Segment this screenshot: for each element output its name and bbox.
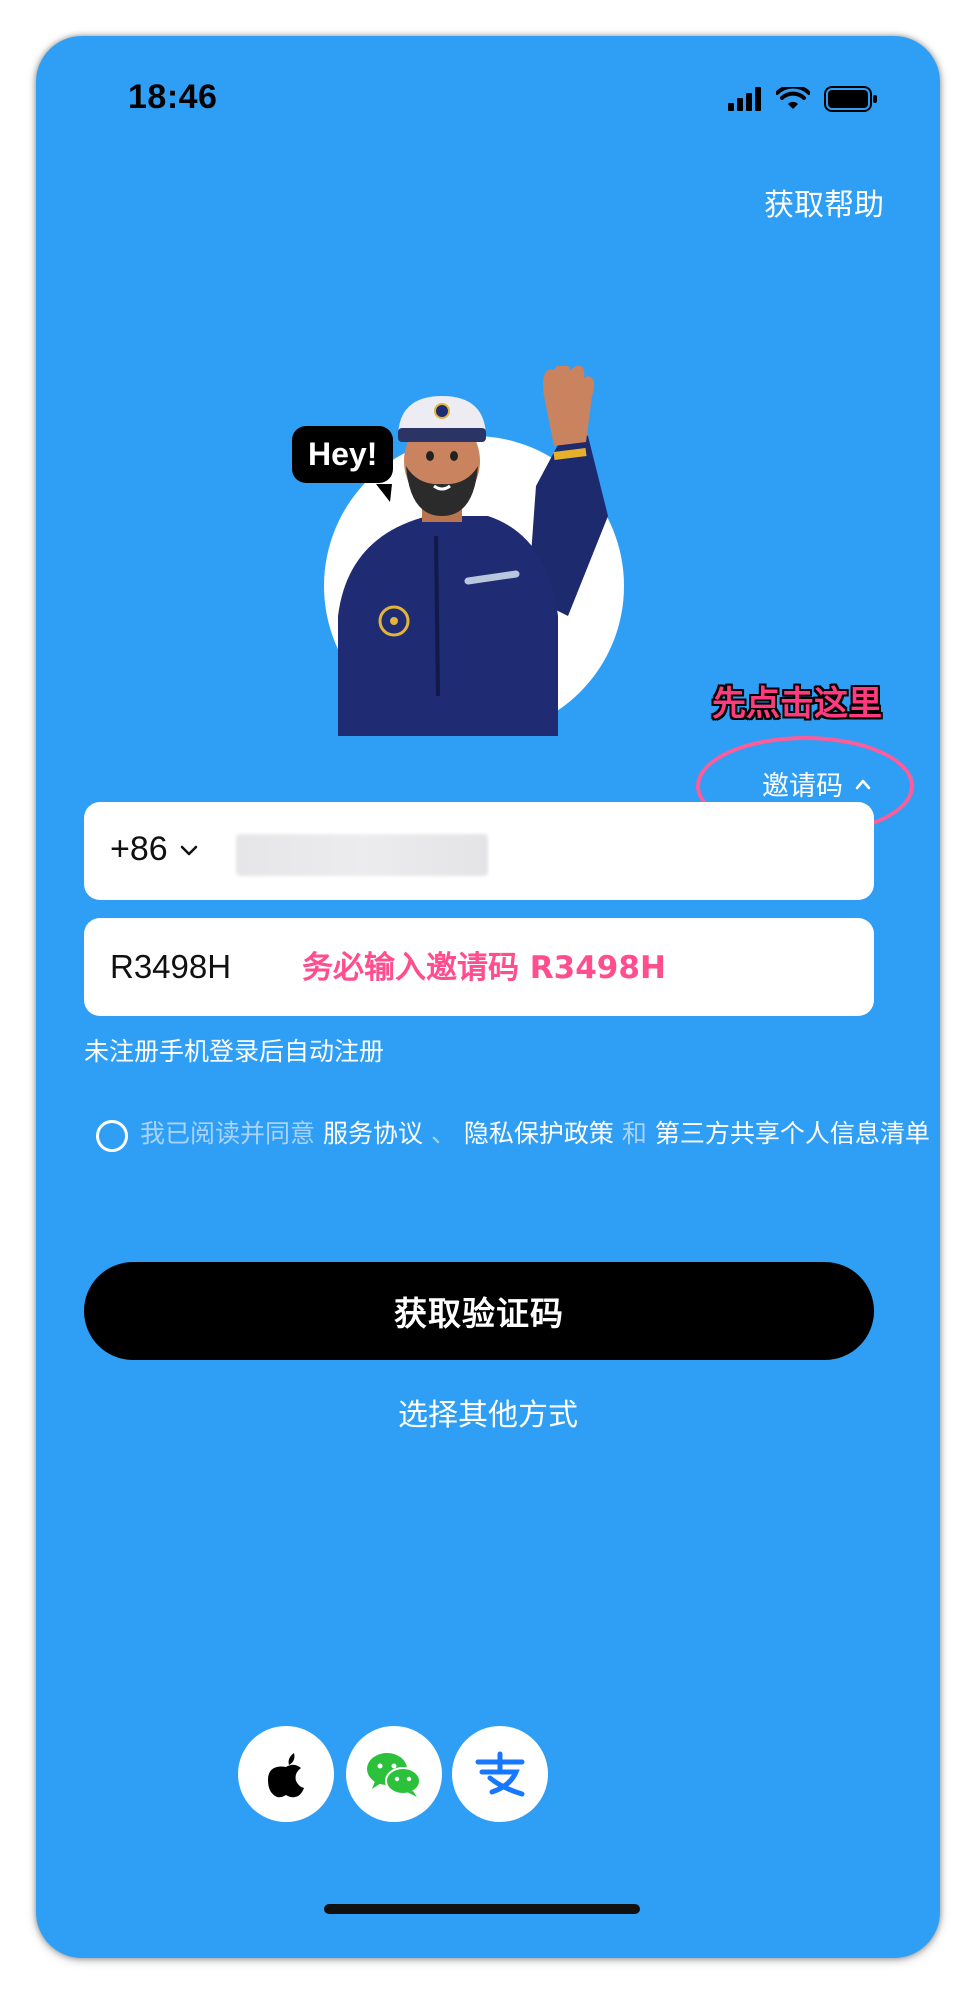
status-time: 18:46 (128, 78, 218, 116)
invite-code-label: 邀请码 (762, 771, 843, 802)
service-agreement-link[interactable]: 服务协议 (323, 1119, 423, 1148)
country-code-selector[interactable]: +86 (110, 830, 198, 869)
agree-prefix: 我已阅读并同意 (140, 1119, 316, 1148)
other-methods-link[interactable]: 选择其他方式 (36, 1390, 940, 1434)
captain-illustration (318, 366, 698, 756)
invite-code-toggle[interactable]: 邀请码 (762, 764, 871, 803)
apple-icon (268, 1753, 304, 1798)
wechat-icon (367, 1753, 421, 1797)
annotation-must-enter: 务必输入邀请码 R3498H (302, 950, 666, 986)
get-code-button[interactable]: 获取验证码 (84, 1262, 874, 1360)
status-icons (728, 86, 878, 112)
chevron-down-icon (180, 845, 197, 855)
auto-register-notice: 未注册手机登录后自动注册 (84, 1037, 385, 1066)
signal-icon (728, 87, 761, 111)
phone-number-input[interactable] (236, 834, 488, 876)
annotation-click-here: 先点击这里 (712, 684, 882, 724)
agree-radio[interactable] (96, 1120, 128, 1152)
agree-and: 和 (621, 1119, 647, 1148)
battery-icon (824, 86, 877, 112)
agreement-text: 我已阅读并同意 服务协议 、 隐私保护政策 和 第三方共享个人信息清单 (140, 1114, 936, 1154)
alipay-login-button[interactable] (452, 1726, 548, 1822)
agreement-row: 我已阅读并同意 服务协议 、 隐私保护政策 和 第三方共享个人信息清单 (96, 1114, 936, 1154)
help-link[interactable]: 获取帮助 (764, 180, 884, 224)
alipay-icon (475, 1751, 525, 1797)
phone-screen: 18:46 获取帮助 Hey! 先点击这里 邀请码 +86 R3498H 务必输… (36, 36, 940, 1958)
hey-bubble: Hey! (292, 426, 394, 483)
privacy-policy-link[interactable]: 隐私保护政策 (464, 1119, 614, 1148)
invite-code-field[interactable]: R3498H 务必输入邀请码 R3498H (84, 918, 874, 1016)
hey-bubble-tail (376, 484, 392, 502)
third-party-list-link[interactable]: 第三方共享个人信息清单 (655, 1119, 930, 1148)
home-indicator (324, 1904, 640, 1914)
apple-login-button[interactable] (238, 1726, 334, 1822)
chevron-up-icon (855, 779, 871, 789)
country-code: +86 (110, 830, 168, 868)
agree-separator: 、 (430, 1119, 456, 1148)
wechat-login-button[interactable] (346, 1726, 442, 1822)
phone-field[interactable]: +86 (84, 802, 874, 900)
invite-code-input[interactable]: R3498H (110, 948, 231, 986)
wifi-icon (776, 87, 810, 109)
captain-figure (338, 366, 608, 736)
